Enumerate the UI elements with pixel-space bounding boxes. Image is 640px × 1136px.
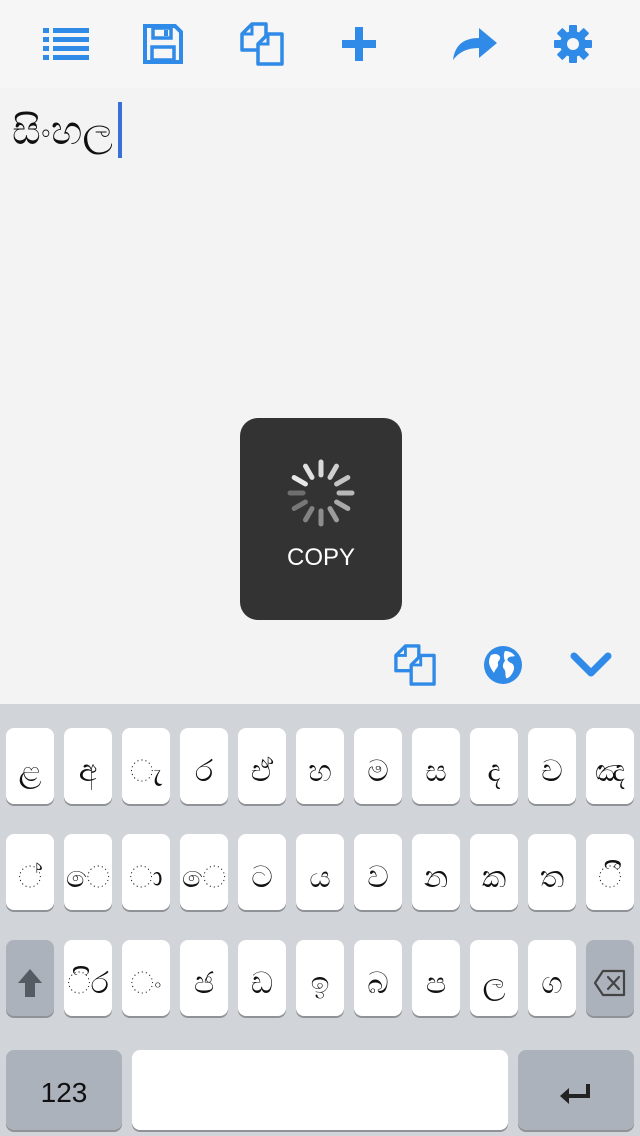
key[interactable]: ට — [238, 834, 286, 910]
key[interactable]: ත — [528, 834, 576, 910]
key[interactable]: ඒ — [238, 728, 286, 804]
key[interactable]: ව — [354, 834, 402, 910]
return-key[interactable] — [518, 1050, 634, 1130]
key[interactable]: ැ — [122, 728, 170, 804]
key[interactable]: ඤ — [586, 728, 634, 804]
key[interactable]: ෙ — [180, 834, 228, 910]
chevron-down-icon[interactable] — [564, 638, 618, 692]
key[interactable]: බ — [354, 940, 402, 1016]
plus-icon[interactable] — [331, 18, 387, 70]
shift-key[interactable] — [6, 940, 54, 1016]
key[interactable]: හ — [296, 728, 344, 804]
space-key[interactable] — [132, 1050, 508, 1130]
key[interactable]: ා — [122, 834, 170, 910]
delete-key[interactable] — [586, 940, 634, 1016]
save-icon[interactable] — [135, 18, 191, 70]
sinhala-keyboard: ළ අ ැ ර ඒ හ ම ස ද ච ඤ ් ෙ ා ෙ ට ය ව න ක … — [0, 704, 640, 1136]
key[interactable]: ං — [122, 940, 170, 1016]
key[interactable]: ච — [528, 728, 576, 804]
key[interactable]: ඩ — [238, 940, 286, 1016]
key[interactable]: ක — [470, 834, 518, 910]
editor-text: සිංහල — [12, 108, 113, 154]
key[interactable]: න — [412, 834, 460, 910]
key[interactable]: ළ — [6, 728, 54, 804]
backspace-icon — [593, 969, 626, 997]
key[interactable]: ග — [528, 940, 576, 1016]
copy-icon[interactable] — [388, 638, 442, 692]
copy-icon[interactable] — [234, 18, 290, 70]
share-icon[interactable] — [447, 18, 503, 70]
key[interactable]: ් — [6, 834, 54, 910]
globe-icon[interactable] — [476, 638, 530, 692]
gear-icon[interactable] — [545, 18, 601, 70]
key[interactable]: ර — [180, 728, 228, 804]
list-icon[interactable] — [38, 18, 94, 70]
key[interactable]: ිර — [64, 940, 112, 1016]
key[interactable]: ය — [296, 834, 344, 910]
key[interactable]: ෙ — [64, 834, 112, 910]
key[interactable]: අ — [64, 728, 112, 804]
key[interactable]: ඉ — [296, 940, 344, 1016]
spinner-icon — [287, 459, 355, 527]
shift-arrow-icon — [18, 969, 42, 997]
copy-hud: COPY — [240, 418, 402, 620]
text-caret — [118, 102, 122, 158]
return-icon — [560, 1084, 590, 1104]
key[interactable]: ී — [586, 834, 634, 910]
key[interactable]: ද — [470, 728, 518, 804]
key[interactable]: ස — [412, 728, 460, 804]
key[interactable]: ම — [354, 728, 402, 804]
hud-label: COPY — [286, 544, 355, 571]
top-toolbar — [0, 0, 640, 88]
numbers-key[interactable]: 123 — [6, 1050, 122, 1130]
key[interactable]: ජ — [180, 940, 228, 1016]
key[interactable]: ල — [470, 940, 518, 1016]
key[interactable]: ප — [412, 940, 460, 1016]
